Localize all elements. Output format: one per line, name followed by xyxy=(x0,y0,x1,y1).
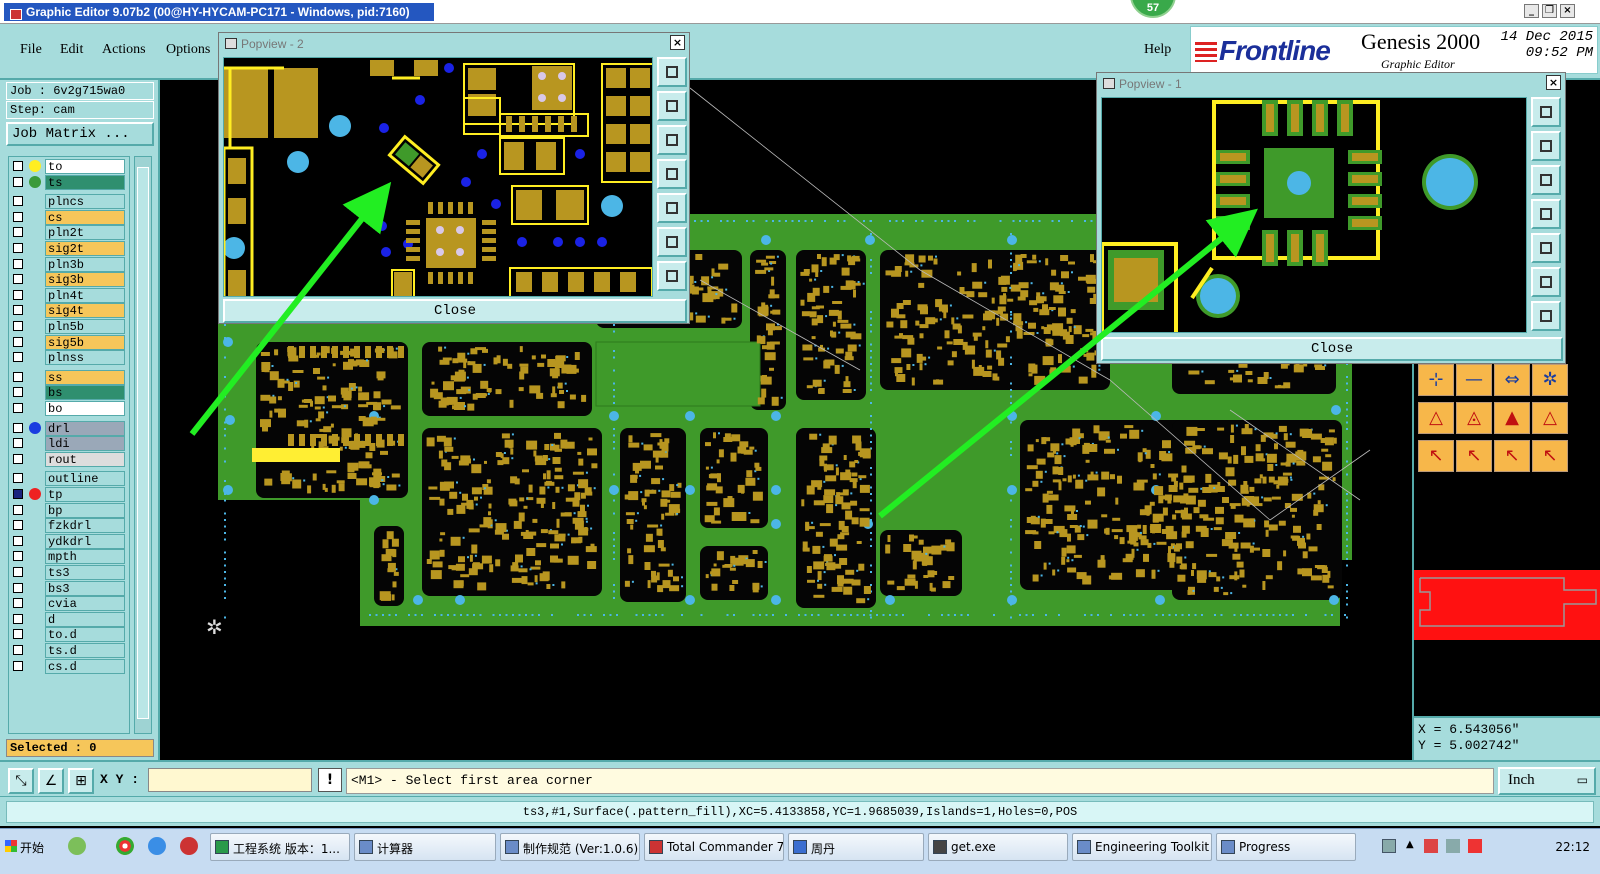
taskbar-button-4[interactable]: Total Commander 7.0... xyxy=(644,833,784,861)
dropdown-icon: ▭ xyxy=(1576,773,1588,787)
windows-logo-icon xyxy=(5,840,17,852)
start-button[interactable]: 开始 xyxy=(2,835,62,859)
taskbar-button-8[interactable]: Progress xyxy=(1216,833,1356,861)
taskbar-button-2[interactable]: 计算器 xyxy=(354,833,496,861)
task-label: 计算器 xyxy=(377,842,414,856)
network-icon[interactable] xyxy=(1446,839,1460,853)
taskbar-button-3[interactable]: 制作规范 (Ver:1.0.6) xyxy=(500,833,640,861)
quicklaunch-icon[interactable] xyxy=(68,837,86,855)
taskbar-button-5[interactable]: 周丹 xyxy=(788,833,924,861)
system-tray: ▲ 22:12 xyxy=(1376,833,1600,861)
xy-label: X Y : xyxy=(100,772,140,787)
taskbar-button-1[interactable]: 工程系统 版本：1... xyxy=(210,833,350,861)
keyboard-icon[interactable] xyxy=(1382,839,1396,853)
tray-app-icon[interactable] xyxy=(1424,839,1438,853)
windows-taskbar: 开始 工程系统 版本：1... 计算器 制作规范 (Ver:1.0.6) Total … xyxy=(0,828,1600,874)
task-label: 制作规范 (Ver:1.0.6) xyxy=(523,842,639,856)
task-app-icon xyxy=(793,840,807,854)
zoom-area-icon[interactable]: ⤡ xyxy=(8,768,34,794)
command-bar: ⤡ ∠ ⊞ X Y : ! <M1> - Select first area c… xyxy=(0,760,1600,796)
tray-expand-icon[interactable]: ▲ xyxy=(1406,839,1414,850)
measure-icon[interactable]: ∠ xyxy=(38,768,64,794)
grid-snap-icon[interactable]: ⊞ xyxy=(68,768,94,794)
command-prompt: <M1> - Select first area corner xyxy=(346,768,1494,794)
execute-button[interactable]: ! xyxy=(318,768,342,792)
unit-selector[interactable]: Inch ▭ xyxy=(1498,767,1596,795)
task-app-icon xyxy=(649,840,663,854)
status-text: ts3,#1,Surface(.pattern_fill),XC=5.41338… xyxy=(6,801,1594,823)
task-app-icon xyxy=(1221,840,1235,854)
ie-icon[interactable] xyxy=(148,837,166,855)
status-bar: ts3,#1,Surface(.pattern_fill),XC=5.41338… xyxy=(0,796,1600,826)
taskbar-button-6[interactable]: get.exe xyxy=(928,833,1068,861)
chrome-icon[interactable] xyxy=(116,837,134,855)
task-label: Progress xyxy=(1239,840,1291,854)
task-app-icon xyxy=(1077,840,1091,854)
annotation-arrows xyxy=(189,181,1258,519)
arrow-right xyxy=(878,208,1258,519)
task-app-icon xyxy=(933,840,947,854)
security-icon[interactable] xyxy=(1468,839,1482,853)
task-label: 工程系统 版本：1... xyxy=(233,842,340,856)
task-label: 周丹 xyxy=(811,842,836,856)
task-label: Total Commander 7.0... xyxy=(667,840,784,854)
task-label: Engineering Toolkit 9.... xyxy=(1095,840,1211,854)
task-app-icon xyxy=(359,840,373,854)
clock[interactable]: 22:12 xyxy=(1555,840,1590,854)
task-app-icon xyxy=(505,840,519,854)
genesis-editor-window: Graphic Editor 9.07b2 (00@HY-HYCAM-PC171… xyxy=(0,0,1600,874)
arrow-left xyxy=(189,181,392,436)
task-label: get.exe xyxy=(951,840,996,854)
app-launcher-icon[interactable] xyxy=(180,837,198,855)
task-app-icon xyxy=(215,840,229,854)
xy-input[interactable] xyxy=(148,768,312,792)
taskbar-button-7[interactable]: Engineering Toolkit 9.... xyxy=(1072,833,1212,861)
